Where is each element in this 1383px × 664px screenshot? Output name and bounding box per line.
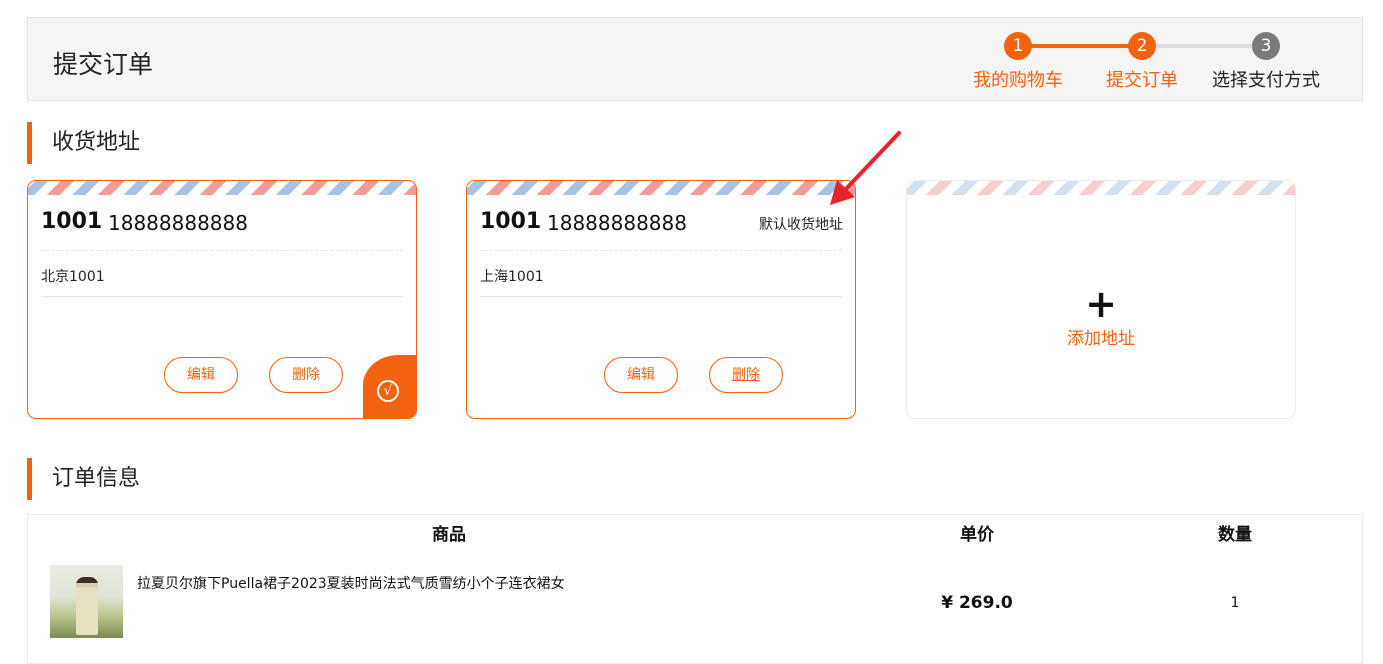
step-connector-1	[1018, 44, 1142, 48]
product-price: ¥ 269.0	[941, 593, 1013, 613]
address-card-address: 上海1001	[480, 269, 544, 285]
address-card-name: 1001	[41, 209, 103, 234]
plus-icon: +	[1085, 282, 1117, 326]
check-circle-icon: √	[377, 380, 399, 402]
progress-steps: 1 2 3 我的购物车 提交订单 选择支付方式	[28, 18, 1362, 100]
column-header-product: 商品	[432, 525, 466, 545]
divider	[41, 250, 403, 251]
delete-address-button[interactable]: 删除	[269, 357, 343, 393]
divider	[41, 296, 403, 297]
default-address-label: 默认收货地址	[759, 217, 843, 233]
step-1-label: 我的购物车	[973, 70, 1063, 91]
airmail-stripe	[28, 181, 416, 195]
dress-figure	[76, 577, 98, 635]
step-3-label: 选择支付方式	[1212, 70, 1320, 91]
step-2-label: 提交订单	[1106, 70, 1178, 91]
product-thumbnail[interactable]	[50, 565, 123, 638]
address-card-1[interactable]: 1001 18888888888 北京1001 编辑 删除 √	[27, 180, 417, 419]
column-header-quantity: 数量	[1218, 525, 1252, 545]
address-card-phone: 18888888888	[547, 211, 687, 235]
selected-badge: √	[363, 355, 416, 418]
step-2-dot: 2	[1128, 32, 1156, 60]
divider	[480, 250, 842, 251]
airmail-stripe	[467, 181, 855, 195]
address-card-name: 1001	[480, 209, 542, 234]
red-arrow-icon	[830, 131, 901, 205]
address-section-title: 收货地址	[27, 122, 140, 164]
product-name[interactable]: 拉夏贝尔旗下Puella裙子2023夏装时尚法式气质雪纺小个子连衣裙女	[137, 573, 565, 593]
step-3-dot: 3	[1252, 32, 1280, 60]
step-connector-2	[1142, 44, 1266, 48]
address-card-2[interactable]: 1001 18888888888 默认收货地址 上海1001 编辑 删除	[466, 180, 856, 419]
product-quantity: 1	[1230, 595, 1240, 611]
order-table: 商品 单价 数量 拉夏贝尔旗下Puella裙子2023夏装时尚法式气质雪纺小个子…	[27, 514, 1363, 664]
add-address-label: 添加地址	[1067, 329, 1135, 349]
edit-address-button[interactable]: 编辑	[164, 357, 238, 393]
edit-address-button[interactable]: 编辑	[604, 357, 678, 393]
address-card-phone: 18888888888	[108, 211, 248, 235]
column-header-price: 单价	[960, 525, 994, 545]
add-address-card[interactable]: + 添加地址	[906, 180, 1296, 419]
address-card-address: 北京1001	[41, 269, 105, 285]
step-1-dot: 1	[1004, 32, 1032, 60]
divider	[480, 296, 842, 297]
airmail-stripe	[907, 181, 1295, 195]
delete-address-button[interactable]: 删除	[709, 357, 783, 393]
order-section-title: 订单信息	[27, 458, 140, 500]
order-header: 提交订单 1 2 3 我的购物车 提交订单 选择支付方式	[27, 17, 1363, 101]
